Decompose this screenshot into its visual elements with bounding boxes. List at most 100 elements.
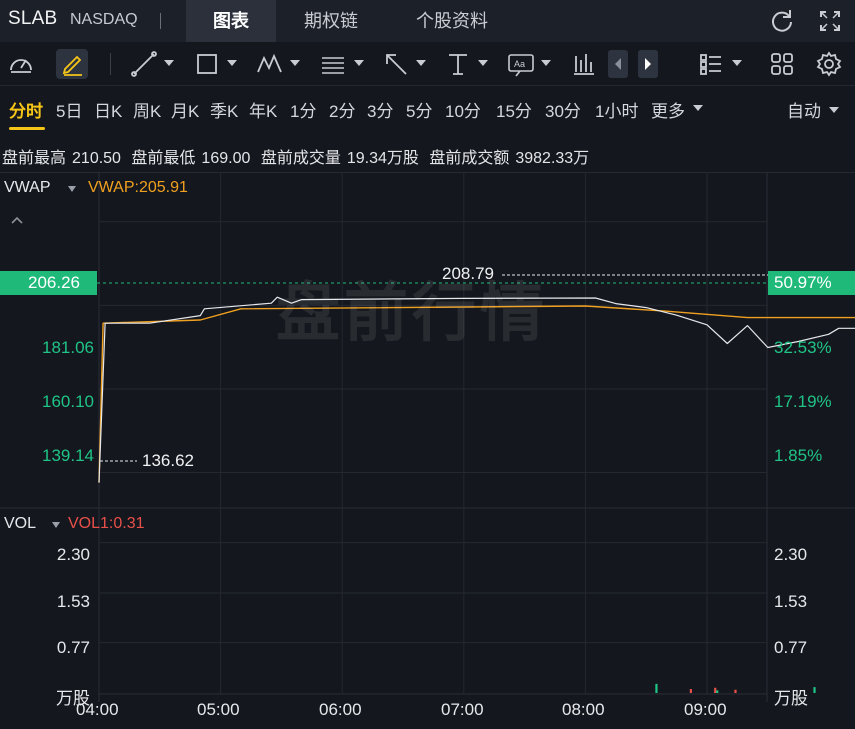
volume-indicator-name[interactable]: VOL xyxy=(4,515,36,533)
indicator-gauge-icon[interactable] xyxy=(6,50,36,78)
period-quarterly[interactable]: 季K xyxy=(210,97,238,122)
prev-button[interactable] xyxy=(608,50,628,78)
volume-tick-label: 1.53 xyxy=(774,592,808,611)
tab-company-profile[interactable]: 个股资料 xyxy=(396,0,508,42)
period-10min[interactable]: 10分 xyxy=(445,97,481,122)
next-button[interactable] xyxy=(638,50,658,78)
chevron-down-icon[interactable] xyxy=(829,107,839,113)
period-more[interactable]: 更多 xyxy=(651,97,685,122)
vertical-line-icon[interactable] xyxy=(444,50,472,78)
time-tick-label: 06:00 xyxy=(319,700,362,719)
chevron-down-icon[interactable] xyxy=(416,60,426,66)
chevron-down-icon[interactable] xyxy=(68,186,76,192)
exchange-label: NASDAQ xyxy=(70,11,138,28)
period-monthly[interactable]: 月K xyxy=(171,97,199,122)
volume-unit-label: 万股 xyxy=(774,689,808,708)
time-tick-label: 05:00 xyxy=(197,700,240,719)
chevron-down-icon[interactable] xyxy=(52,522,60,528)
premarket-low-label: 盘前最低 xyxy=(131,150,196,167)
trend-line-icon[interactable] xyxy=(130,50,158,78)
active-period-indicator xyxy=(9,127,45,130)
chevron-down-icon[interactable] xyxy=(732,60,742,66)
price-tick-label: 181.06 xyxy=(42,338,94,357)
current-pct-tag: 50.97% xyxy=(768,271,855,295)
grid-icon[interactable] xyxy=(768,50,796,78)
chevron-down-icon[interactable] xyxy=(227,60,237,66)
tab-options-chain[interactable]: 期权链 xyxy=(286,0,376,42)
period-weekly[interactable]: 周K xyxy=(133,97,161,122)
collapse-chevron-icon[interactable] xyxy=(10,212,24,230)
chevron-down-icon[interactable] xyxy=(290,60,300,66)
rectangle-icon[interactable] xyxy=(193,50,221,78)
premarket-low-value: 169.00 xyxy=(201,150,251,167)
toolbar-divider xyxy=(110,53,111,75)
time-tick-label: 08:00 xyxy=(562,700,605,719)
fullscreen-icon[interactable] xyxy=(816,7,844,35)
pattern-icon[interactable] xyxy=(255,50,285,78)
chevron-down-icon[interactable] xyxy=(164,60,174,66)
period-1min[interactable]: 1分 xyxy=(290,97,316,122)
chevron-down-icon[interactable] xyxy=(693,105,703,111)
volume-bar xyxy=(655,683,658,693)
current-price-tag: 206.26 xyxy=(0,271,97,295)
period-3min[interactable]: 3分 xyxy=(367,97,393,122)
premarket-summary: 盘前最高 210.50 盘前最低 169.00 盘前成交量 19.34万股 盘前成交额… xyxy=(2,144,595,168)
period-1hour[interactable]: 1小时 xyxy=(595,97,638,122)
period-30min[interactable]: 30分 xyxy=(545,97,581,122)
volume-tick-label: 1.53 xyxy=(56,592,90,611)
price-tick-label: 160.10 xyxy=(42,392,94,411)
title-bar: SLAB NASDAQ 图表 期权链 个股资料 xyxy=(0,0,855,42)
chevron-down-icon[interactable] xyxy=(354,60,364,66)
chevron-down-icon[interactable] xyxy=(478,60,488,66)
vwap-value: VWAP:205.91 xyxy=(88,179,188,196)
time-tick-label: 07:00 xyxy=(441,700,484,719)
price-tick-label: 139.14 xyxy=(42,446,94,465)
volume-bar xyxy=(813,687,816,693)
premarket-high-value: 210.50 xyxy=(72,150,121,167)
premarket-amount-label: 盘前成交额 xyxy=(429,150,510,167)
period-5min[interactable]: 5分 xyxy=(406,97,432,122)
pencil-draw-icon[interactable] xyxy=(56,49,88,79)
high-price-annotation: 208.79 xyxy=(442,264,494,283)
volume-tick-label: 2.30 xyxy=(774,545,808,564)
volume-bar xyxy=(716,690,719,693)
time-tick-label: 04:00 xyxy=(76,700,119,719)
layout-list-icon[interactable] xyxy=(697,50,725,78)
indicator-name[interactable]: VWAP xyxy=(4,179,51,197)
premarket-amount-value: 3982.33万 xyxy=(515,150,590,167)
period-5day[interactable]: 5日 xyxy=(56,97,82,122)
period-daily[interactable]: 日K xyxy=(94,97,122,122)
refresh-icon[interactable] xyxy=(768,7,796,35)
volume-bars xyxy=(655,683,816,693)
period-yearly[interactable]: 年K xyxy=(249,97,277,122)
svg-text:Aa: Aa xyxy=(514,59,525,69)
volume-value: VOL1:0.31 xyxy=(68,515,145,532)
adjust-mode-select[interactable]: 自动 xyxy=(787,97,821,122)
premarket-volume-value: 19.34万股 xyxy=(346,150,419,167)
text-annotation-icon[interactable]: Aa xyxy=(506,50,536,78)
pct-tick-label: 1.85% xyxy=(774,446,823,465)
tab-chart[interactable]: 图表 xyxy=(186,0,276,42)
volume-bar xyxy=(714,687,717,693)
title-divider xyxy=(160,13,161,29)
settings-icon[interactable] xyxy=(815,50,843,78)
stock-symbol: SLAB xyxy=(8,8,58,29)
low-price-annotation: 136.62 xyxy=(142,451,194,470)
chart-grid xyxy=(0,172,855,702)
premarket-volume-label: 盘前成交量 xyxy=(260,150,341,167)
drawing-toolbar xyxy=(0,42,855,86)
premarket-watermark: 盘前行情 xyxy=(276,277,548,349)
volume-bar xyxy=(734,689,737,693)
period-15min[interactable]: 15分 xyxy=(496,97,532,122)
period-intraday[interactable]: 分时 xyxy=(9,97,43,122)
volume-tick-label: 0.77 xyxy=(774,638,808,657)
period-2min[interactable]: 2分 xyxy=(329,97,355,122)
fib-icon[interactable] xyxy=(318,50,348,78)
volume-tick-label: 0.77 xyxy=(56,638,90,657)
volume-bar xyxy=(689,689,692,693)
arrow-icon[interactable] xyxy=(382,50,410,78)
chevron-down-icon[interactable] xyxy=(541,60,551,66)
intraday-chart[interactable] xyxy=(0,172,855,729)
bar-style-icon[interactable] xyxy=(570,50,598,78)
time-tick-label: 09:00 xyxy=(684,700,727,719)
